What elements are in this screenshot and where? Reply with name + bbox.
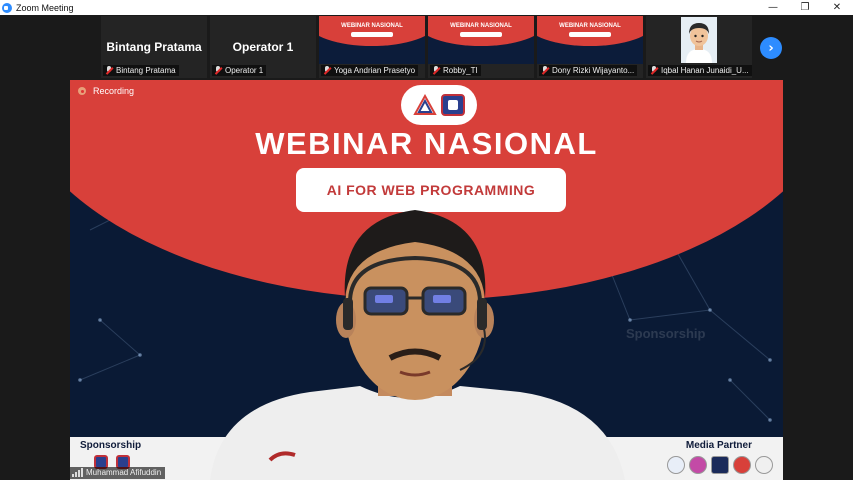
recording-indicator[interactable]: Recording [78,86,134,96]
banner-title: WEBINAR NASIONAL [255,126,598,161]
participant-tile-bintang[interactable]: Bintang Pratama Bintang Pratama [101,16,207,78]
video-thumbnail: WEBINAR NASIONAL [428,16,534,64]
participant-label: Operator 1 [212,65,267,76]
partner-logo-icon [711,456,729,474]
participant-display-name: Bintang Pratama [106,40,202,54]
participant-label: Iqbal Hanan Junaidi_U... [648,65,752,76]
minimize-button[interactable]: — [757,0,789,15]
close-button[interactable]: ✕ [821,0,853,15]
participants-strip: Bintang Pratama Bintang Pratama Operator… [0,15,853,80]
participant-label: Yoga Andrian Prasetyo [321,65,419,76]
participant-tile-yoga[interactable]: WEBINAR NASIONAL Yoga Andrian Prasetyo [319,16,425,78]
partner-logo-icon [667,456,685,474]
faint-sponsorship-text: Sponsorship [626,326,706,341]
partner-logo-icon [733,456,751,474]
restore-button[interactable]: ❐ [789,0,821,15]
next-page-button[interactable]: › [760,37,782,59]
partner-logo-icon [755,456,773,474]
mic-muted-icon [105,66,113,75]
mic-muted-icon [541,66,549,75]
mic-muted-icon [432,66,440,75]
participant-tile-dony[interactable]: WEBINAR NASIONAL Dony Rizki Wijayanto... [537,16,643,78]
mic-muted-icon [214,66,222,75]
participant-label: Dony Rizki Wijayanto... [539,65,638,76]
mic-muted-icon [323,66,331,75]
participant-tile-operator[interactable]: Operator 1 Operator 1 [210,16,316,78]
main-video: WEBINAR NASIONAL AI FOR WEB PROGRAMMING … [70,80,783,480]
partner-logo-icon [689,456,707,474]
window-controls: — ❐ ✕ [757,0,853,15]
participant-label: Bintang Pratama [103,65,179,76]
chevron-right-icon: › [768,40,774,56]
sponsorship-heading: Sponsorship [80,440,142,451]
speaker-name-label: Muhammad Afifuddin [70,467,166,479]
triangle-logo-icon [413,94,437,115]
avatar [681,17,717,63]
organizer-logos [401,85,477,125]
zoom-app-icon [2,2,12,13]
window-titlebar: Zoom Meeting — ❐ ✕ [0,0,853,15]
media-partner-heading: Media Partner [685,440,752,451]
signal-bars-icon [72,468,83,477]
recording-label: Recording [93,86,135,96]
video-thumbnail: WEBINAR NASIONAL [319,16,425,64]
media-partner-logos [667,456,773,474]
recording-icon [78,87,86,95]
shield-logo-icon [441,94,465,116]
speaker-video [210,210,625,480]
participant-label: Robby_TI [430,65,481,76]
video-thumbnail: WEBINAR NASIONAL [537,16,643,64]
participant-tile-robby[interactable]: WEBINAR NASIONAL Robby_TI [428,16,534,78]
mic-muted-icon [650,66,658,75]
participant-display-name: Operator 1 [232,40,294,54]
window-title: Zoom Meeting [16,2,74,13]
participant-tile-iqbal[interactable]: Iqbal Hanan Junaidi_U... [646,16,752,78]
